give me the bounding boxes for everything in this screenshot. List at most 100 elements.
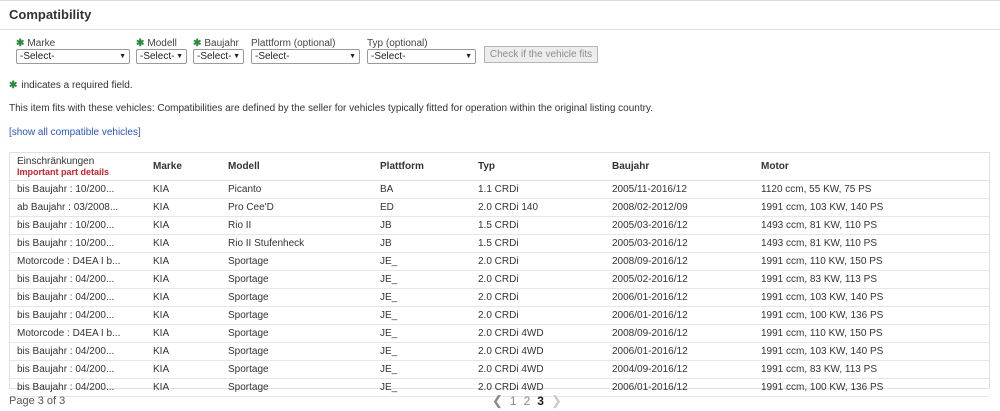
cell-motor: 1991 ccm, 103 KW, 140 PS [754,198,989,217]
cell-motor: 1991 ccm, 103 KW, 140 PS [754,342,989,361]
table-row: bis Baujahr : 10/200... KIA Rio II JB 1.5 CR… [10,216,989,235]
cell-modell: Sportage [221,360,373,379]
cell-motor: 1991 ccm, 103 KW, 140 PS [754,288,989,307]
marke-select[interactable]: -Select- ▼ [16,49,130,64]
cell-modell: Sportage [221,342,373,361]
cell-typ: 2.0 CRDi [471,306,605,325]
modell-select[interactable]: -Select- ▼ [136,49,187,64]
plattform-select[interactable]: -Select- ▼ [251,49,360,64]
cell-motor: 1991 ccm, 83 KW, 113 PS [754,360,989,379]
filter-label: Marke [27,38,56,49]
cell-motor: 1991 ccm, 100 KW, 136 PS [754,306,989,325]
cell-plattform: JE_ [373,270,471,289]
important-part-details: Important part details [17,166,110,177]
filter-modell: ✱ Modell -Select- ▼ [136,38,187,64]
cell-typ: 2.0 CRDi [471,252,605,271]
fits-description: This item fits with these vehicles: Comp… [9,103,653,114]
cell-typ: 2.0 CRDi [471,270,605,289]
cell-baujahr: 2008/02-2012/09 [605,198,754,217]
filter-marke: ✱ Marke -Select- ▼ [16,38,130,64]
cell-motor: 1493 ccm, 81 KW, 110 PS [754,234,989,253]
cell-typ: 2.0 CRDi 140 [471,198,605,217]
cell-einschraenkungen: bis Baujahr : 04/200... [10,360,146,379]
cell-marke: KIA [146,216,221,235]
filter-baujahr: ✱ Baujahr -Select- ▼ [193,38,244,64]
cell-marke: KIA [146,270,221,289]
typ-select[interactable]: -Select- ▼ [367,49,476,64]
header-marke: Marke [146,153,221,181]
cell-plattform: JE_ [373,360,471,379]
cell-modell: Sportage [221,288,373,307]
header-typ: Typ [471,153,605,181]
table-row: bis Baujahr : 04/200... KIA Sportage JE_ 2.0… [10,306,989,325]
cell-motor: 1991 ccm, 110 KW, 150 PS [754,252,989,271]
cell-baujahr: 2006/01-2016/12 [605,342,754,361]
show-all-vehicles-link[interactable]: [show all compatible vehicles] [9,127,141,138]
table-row: bis Baujahr : 04/200... KIA Sportage JE_ 2.0… [10,360,989,379]
cell-motor: 1991 ccm, 83 KW, 113 PS [754,270,989,289]
table-header-row: Einschränkungen Important part details Ma… [10,153,989,181]
table-row: bis Baujahr : 04/200... KIA Sportage JE_ 2.0… [10,270,989,289]
table-row: bis Baujahr : 04/200... KIA Sportage JE_ 2.0… [10,288,989,307]
cell-einschraenkungen: bis Baujahr : 10/200... [10,216,146,235]
cell-marke: KIA [146,288,221,307]
cell-motor: 1493 ccm, 81 KW, 110 PS [754,216,989,235]
required-note-text: indicates a required field. [21,80,133,91]
filter-typ: Typ (optional) -Select- ▼ [367,38,476,64]
header-einschraenkungen: Einschränkungen Important part details [10,153,146,181]
select-value: -Select- [197,51,232,62]
required-star-icon: ✱ [16,38,25,49]
page-link[interactable]: 2 [524,394,531,408]
cell-einschraenkungen: bis Baujahr : 10/200... [10,234,146,253]
cell-plattform: JE_ [373,252,471,271]
cell-modell: Sportage [221,324,373,343]
cell-einschraenkungen: bis Baujahr : 04/200... [10,378,146,397]
chevron-right-icon: ❯ [550,393,562,408]
cell-baujahr: 2008/09-2016/12 [605,252,754,271]
baujahr-select[interactable]: -Select- ▼ [193,49,244,64]
cell-modell: Picanto [221,180,373,199]
check-vehicle-fits-button[interactable]: Check if the vehicle fits [484,46,598,63]
chevron-down-icon: ▼ [119,53,126,60]
cell-marke: KIA [146,324,221,343]
cell-motor: 1120 ccm, 55 KW, 75 PS [754,180,989,199]
cell-typ: 1.5 CRDi [471,216,605,235]
table-row: Motorcode : D4EA I b... KIA Sportage JE_ 2.0… [10,252,989,271]
cell-baujahr: 2005/03-2016/12 [605,216,754,235]
page-link[interactable]: 1 [510,394,517,408]
cell-modell: Sportage [221,378,373,397]
cell-marke: KIA [146,252,221,271]
chevron-down-icon: ▼ [465,53,472,60]
title-divider [0,29,1000,30]
select-value: -Select- [371,51,406,62]
select-value: -Select- [20,51,55,62]
chevron-down-icon: ▼ [349,53,356,60]
cell-marke: KIA [146,306,221,325]
cell-modell: Pro Cee'D [221,198,373,217]
cell-einschraenkungen: Motorcode : D4EA I b... [10,252,146,271]
cell-modell: Rio II [221,216,373,235]
cell-einschraenkungen: bis Baujahr : 04/200... [10,288,146,307]
cell-modell: Sportage [221,270,373,289]
cell-plattform: JE_ [373,378,471,397]
cell-baujahr: 2006/01-2016/12 [605,306,754,325]
required-note: ✱ indicates a required field. [9,80,133,91]
cell-marke: KIA [146,198,221,217]
compatibility-table: Einschränkungen Important part details Ma… [9,152,990,397]
cell-typ: 1.5 CRDi [471,234,605,253]
cell-typ: 2.0 CRDi [471,288,605,307]
cell-marke: KIA [146,234,221,253]
cell-einschraenkungen: bis Baujahr : 04/200... [10,306,146,325]
cell-marke: KIA [146,360,221,379]
chevron-down-icon: ▼ [176,53,183,60]
cell-einschraenkungen: Motorcode : D4EA I b... [10,324,146,343]
select-value: -Select- [255,51,290,62]
required-star-icon: ✱ [136,38,145,49]
page-link-current: 3 [537,394,544,408]
cell-plattform: JE_ [373,324,471,343]
cell-einschraenkungen: bis Baujahr : 04/200... [10,270,146,289]
table-row: bis Baujahr : 04/200... KIA Sportage JE_ 2.0… [10,342,989,361]
chevron-left-icon[interactable]: ❮ [492,393,503,409]
cell-typ: 2.0 CRDi 4WD [471,324,605,343]
filter-plattform: Plattform (optional) -Select- ▼ [251,38,360,64]
